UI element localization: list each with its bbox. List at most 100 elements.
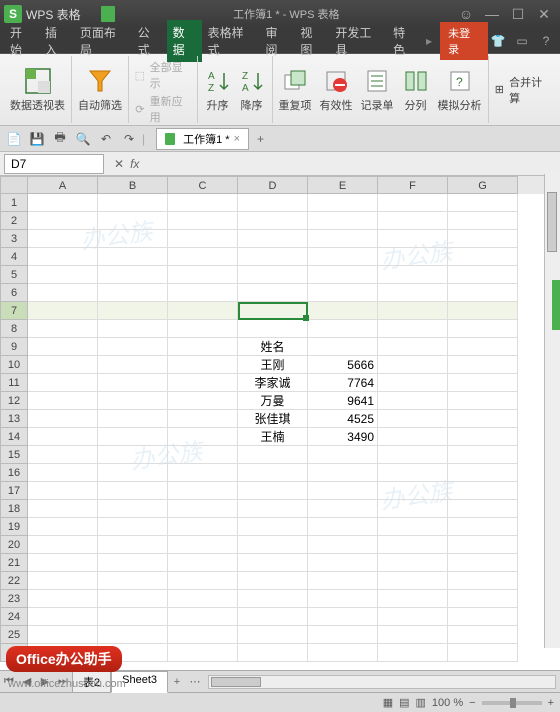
row-header[interactable]: 25 (0, 626, 28, 644)
cell[interactable] (168, 572, 238, 590)
help-icon[interactable]: ? (536, 31, 556, 51)
cell[interactable] (378, 410, 448, 428)
cell[interactable] (98, 518, 168, 536)
cell[interactable] (238, 644, 308, 662)
cell[interactable] (308, 536, 378, 554)
form-button[interactable]: 记录单 (361, 67, 394, 113)
cell[interactable] (378, 356, 448, 374)
cell[interactable] (168, 554, 238, 572)
row-header[interactable]: 13 (0, 410, 28, 428)
sort-desc-button[interactable]: ZA 降序 (238, 67, 266, 113)
row-header[interactable]: 24 (0, 608, 28, 626)
cell[interactable] (168, 464, 238, 482)
skin-icon[interactable]: 👕 (488, 31, 508, 51)
cell[interactable] (308, 212, 378, 230)
cell[interactable] (168, 446, 238, 464)
cell[interactable] (238, 626, 308, 644)
cell[interactable] (378, 284, 448, 302)
cell[interactable] (448, 356, 518, 374)
cell[interactable] (168, 338, 238, 356)
pivot-table-button[interactable]: 数据透视表 (10, 67, 65, 113)
cell[interactable]: 7764 (308, 374, 378, 392)
sheet-list-button[interactable]: ⋯ (186, 675, 204, 688)
cell[interactable] (28, 320, 98, 338)
cell[interactable] (448, 554, 518, 572)
ribbon-min-icon[interactable]: ▭ (512, 31, 532, 51)
cell[interactable] (168, 374, 238, 392)
cell[interactable] (28, 572, 98, 590)
cell[interactable] (308, 518, 378, 536)
cell[interactable] (448, 572, 518, 590)
cell[interactable] (168, 230, 238, 248)
cell[interactable] (98, 356, 168, 374)
cell[interactable] (238, 572, 308, 590)
cell[interactable] (308, 500, 378, 518)
spreadsheet-grid[interactable]: 办公族 办公族 办公族 办公族 ABCDEFG 1234567891011121… (0, 176, 560, 670)
cell[interactable] (308, 608, 378, 626)
col-header-F[interactable]: F (378, 176, 448, 194)
menu-overflow-icon[interactable]: ▸ (422, 34, 436, 48)
row-header[interactable]: 22 (0, 572, 28, 590)
cell[interactable] (168, 644, 238, 662)
cell[interactable] (378, 554, 448, 572)
cell[interactable] (238, 302, 308, 320)
cell[interactable] (28, 302, 98, 320)
save-icon[interactable]: 💾 (27, 129, 47, 149)
cell[interactable] (448, 500, 518, 518)
cell[interactable] (448, 248, 518, 266)
select-all-corner[interactable] (0, 176, 28, 194)
cell[interactable] (378, 626, 448, 644)
tab-close-icon[interactable]: × (234, 133, 240, 145)
cell[interactable] (98, 248, 168, 266)
row-header[interactable]: 17 (0, 482, 28, 500)
zoom-level[interactable]: 100 % (432, 697, 463, 709)
cell[interactable] (448, 320, 518, 338)
cell[interactable] (238, 446, 308, 464)
cell[interactable] (238, 320, 308, 338)
row-header[interactable]: 18 (0, 500, 28, 518)
cell[interactable] (28, 248, 98, 266)
cell[interactable] (28, 536, 98, 554)
row-header[interactable]: 15 (0, 446, 28, 464)
row-header[interactable]: 2 (0, 212, 28, 230)
cell[interactable] (238, 194, 308, 212)
cell[interactable] (98, 284, 168, 302)
cell[interactable] (98, 626, 168, 644)
cell[interactable] (308, 230, 378, 248)
zoom-in-button[interactable]: + (548, 697, 554, 709)
cell[interactable] (308, 248, 378, 266)
cell[interactable] (98, 428, 168, 446)
cell[interactable] (238, 608, 308, 626)
cell[interactable] (448, 374, 518, 392)
cell[interactable] (378, 446, 448, 464)
cell[interactable] (448, 194, 518, 212)
cell[interactable] (378, 248, 448, 266)
cell[interactable] (448, 284, 518, 302)
maximize-button[interactable]: ☐ (506, 5, 530, 23)
row-header[interactable]: 5 (0, 266, 28, 284)
cell[interactable] (98, 482, 168, 500)
scroll-thumb[interactable] (547, 192, 557, 252)
row-header[interactable]: 7 (0, 302, 28, 320)
cell[interactable] (378, 644, 448, 662)
cell[interactable] (168, 284, 238, 302)
vertical-scrollbar[interactable] (544, 174, 560, 648)
cell[interactable] (238, 230, 308, 248)
cell[interactable] (378, 518, 448, 536)
col-header-D[interactable]: D (238, 176, 308, 194)
cell[interactable] (448, 536, 518, 554)
cell[interactable] (98, 572, 168, 590)
cell[interactable] (98, 194, 168, 212)
cell[interactable] (448, 644, 518, 662)
login-button[interactable]: 未登录 (440, 22, 488, 60)
cell[interactable] (448, 230, 518, 248)
cell[interactable] (28, 266, 98, 284)
name-box[interactable] (4, 154, 104, 174)
col-header-A[interactable]: A (28, 176, 98, 194)
cell[interactable] (28, 230, 98, 248)
cell[interactable] (308, 464, 378, 482)
row-header[interactable]: 1 (0, 194, 28, 212)
row-header[interactable]: 3 (0, 230, 28, 248)
row-header[interactable]: 14 (0, 428, 28, 446)
cell[interactable] (28, 608, 98, 626)
